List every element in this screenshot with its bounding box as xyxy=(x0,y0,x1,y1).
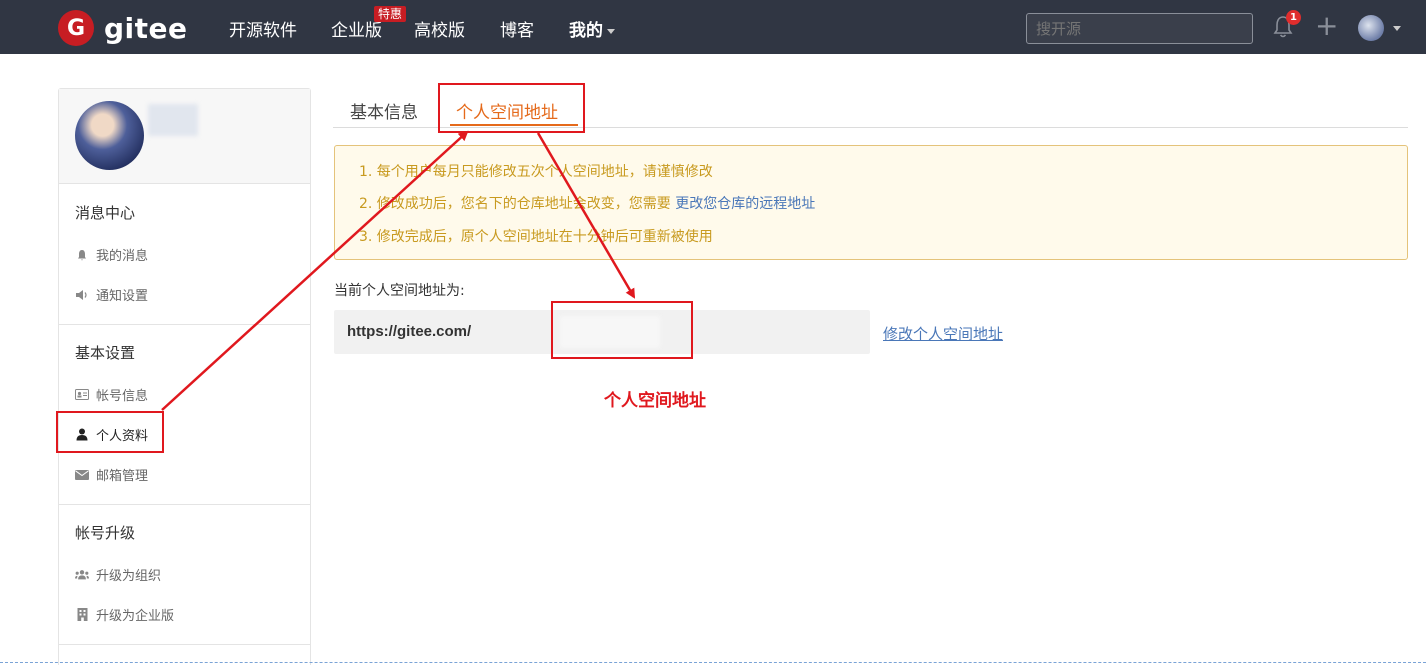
notice-line-1: 1. 每个用户每月只能修改五次个人空间地址，请谨慎修改 xyxy=(359,164,713,180)
notice-line-2-text: 2. 修改成功后，您名下的仓库地址会改变，您需要 xyxy=(359,196,676,212)
plus-icon[interactable]: + xyxy=(1315,12,1338,40)
sidebar-item-account-info[interactable]: 帐号信息 xyxy=(75,385,148,404)
section-title-basic-settings: 基本设置 xyxy=(75,344,136,362)
nav-blog[interactable]: 博客 xyxy=(500,16,534,41)
envelope-icon xyxy=(75,468,89,482)
section-title-messages: 消息中心 xyxy=(75,204,136,222)
bell-icon xyxy=(75,248,89,262)
sidebar-item-label: 通知设置 xyxy=(96,289,149,304)
blurred-username xyxy=(148,104,198,136)
user-icon xyxy=(75,428,89,442)
gitee-logo-icon: G xyxy=(58,10,94,46)
nav-education[interactable]: 高校版 xyxy=(414,16,465,41)
sidebar-item-label: 我的消息 xyxy=(96,249,149,264)
nav-mine-label: 我的 xyxy=(569,21,603,41)
building-icon xyxy=(75,608,89,622)
notice-line-3: 3. 修改完成后，原个人空间地址在十分钟后可重新被使用 xyxy=(359,229,713,245)
notification-count-badge: 1 xyxy=(1286,10,1301,25)
change-remote-url-link[interactable]: 更改您仓库的远程地址 xyxy=(675,196,815,212)
search-input[interactable] xyxy=(1026,13,1253,44)
settings-sidebar: 消息中心 我的消息 通知设置 基本设置 帐号信息 个人资料 邮箱管理 帐号升级 xyxy=(58,88,311,665)
selection-border-bottom xyxy=(0,662,1426,663)
blurred-username-in-url xyxy=(560,316,660,348)
sidebar-divider xyxy=(59,504,310,505)
warning-notice: 1. 每个用户每月只能修改五次个人空间地址，请谨慎修改 2. 修改成功后，您名下… xyxy=(334,145,1408,260)
current-address-label: 当前个人空间地址为: xyxy=(334,283,465,299)
sidebar-item-profile[interactable]: 个人资料 xyxy=(75,425,148,444)
tab-personal-space-address[interactable]: 个人空间地址 xyxy=(456,98,558,123)
chevron-down-icon xyxy=(607,28,615,34)
gitee-logo-text: gitee xyxy=(104,11,188,45)
url-prefix: https://gitee.com/ xyxy=(347,323,472,340)
section-title-upgrade: 帐号升级 xyxy=(75,524,136,542)
user-avatar[interactable] xyxy=(1358,15,1384,41)
profile-avatar xyxy=(75,101,144,170)
top-navbar: G gitee 开源软件 企业版 特惠 高校版 博客 我的 1 + xyxy=(0,0,1426,54)
sidebar-item-label: 个人资料 xyxy=(96,429,149,444)
sidebar-item-label: 邮箱管理 xyxy=(96,469,149,484)
active-tab-underline xyxy=(450,124,578,126)
sidebar-item-my-messages[interactable]: 我的消息 xyxy=(75,245,148,264)
sidebar-item-email-management[interactable]: 邮箱管理 xyxy=(75,465,148,484)
promo-badge: 特惠 xyxy=(374,6,407,22)
sidebar-item-notification-settings[interactable]: 通知设置 xyxy=(75,285,148,304)
sidebar-item-label: 升级为组织 xyxy=(96,569,162,584)
edit-personal-address-link[interactable]: 修改个人空间地址 xyxy=(883,323,1003,344)
gitee-logo[interactable]: G gitee xyxy=(58,10,188,46)
annotation-label: 个人空间地址 xyxy=(604,391,706,411)
id-card-icon xyxy=(75,388,89,402)
sidebar-item-label: 帐号信息 xyxy=(96,389,149,404)
sidebar-item-upgrade-organization[interactable]: 升级为组织 xyxy=(75,565,161,584)
settings-tabs: 基本信息 个人空间地址 xyxy=(333,88,1408,128)
sidebar-divider xyxy=(59,324,310,325)
sidebar-profile-header xyxy=(59,89,310,184)
tab-basic-info[interactable]: 基本信息 xyxy=(350,98,418,123)
nav-open-source[interactable]: 开源软件 xyxy=(229,16,297,41)
users-icon xyxy=(75,568,89,582)
nav-mine[interactable]: 我的 xyxy=(569,16,615,41)
sidebar-item-label: 升级为企业版 xyxy=(96,609,175,624)
notice-line-2: 2. 修改成功后，您名下的仓库地址会改变，您需要 更改您仓库的远程地址 xyxy=(359,193,815,213)
sidebar-divider xyxy=(59,644,310,645)
avatar-chevron-down-icon[interactable] xyxy=(1393,26,1401,31)
sidebar-item-upgrade-enterprise[interactable]: 升级为企业版 xyxy=(75,605,174,624)
speaker-icon xyxy=(75,288,89,302)
current-address-field: https://gitee.com/ xyxy=(334,310,870,354)
